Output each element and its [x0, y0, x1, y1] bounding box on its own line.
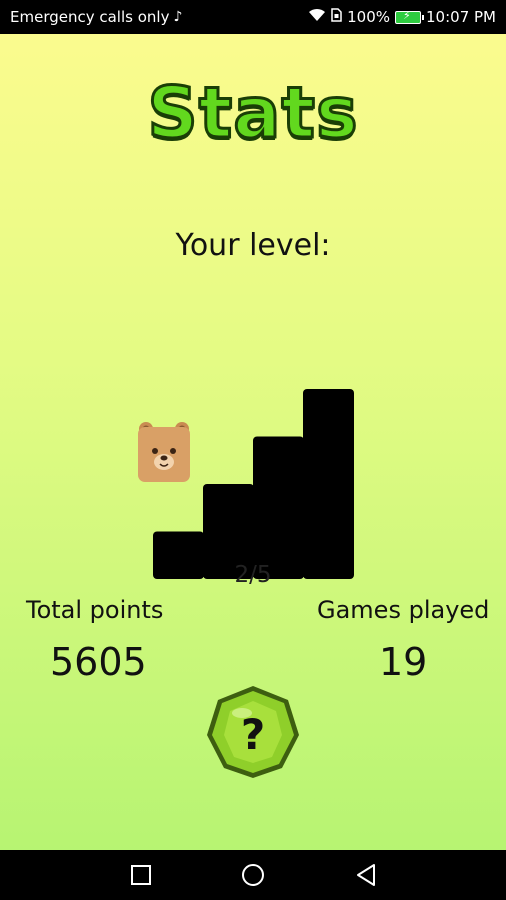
stair-step: [303, 389, 354, 579]
help-button[interactable]: ?: [204, 683, 302, 781]
games-played-label: Games played: [317, 596, 490, 624]
level-progress-text: 2/5: [234, 562, 272, 588]
navigation-bar: [0, 850, 506, 900]
bear-icon: [138, 422, 190, 482]
recents-square-icon[interactable]: [111, 850, 171, 900]
help-question-mark: ?: [241, 710, 265, 759]
total-points-value: 5605: [50, 640, 147, 684]
stair-step: [253, 436, 304, 579]
games-played-value: 19: [379, 640, 428, 684]
total-points-label: Total points: [26, 596, 164, 624]
home-circle-icon[interactable]: [223, 850, 283, 900]
back-triangle-icon[interactable]: [336, 850, 396, 900]
